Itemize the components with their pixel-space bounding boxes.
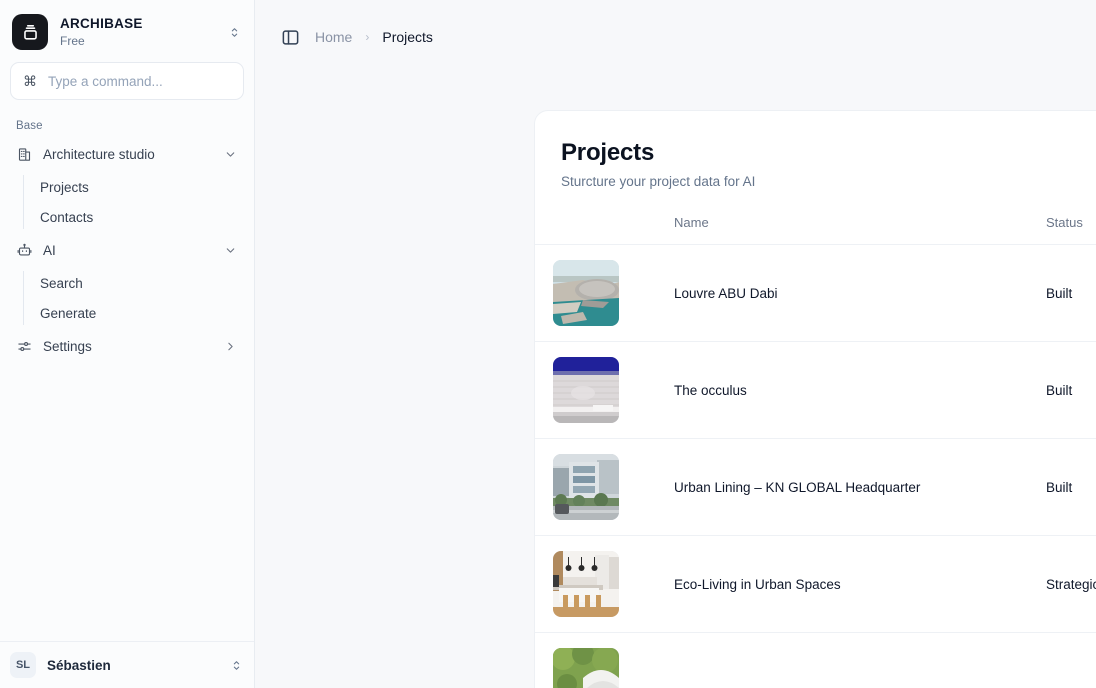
cell-status: Built	[1046, 439, 1096, 536]
breadcrumb-home[interactable]: Home	[315, 29, 352, 45]
table-body: Louvre ABU Dabi Built Cultural	[535, 245, 1096, 688]
command-placeholder: Type a command...	[48, 74, 163, 89]
cell-name: Eco-Living in Urban Spaces	[674, 536, 1046, 633]
green-pavilion-thumbnail	[553, 648, 619, 688]
table-row[interactable]: Urban Lining – KN GLOBAL Headquarter Bui…	[535, 439, 1096, 536]
workspace-plan: Free	[60, 34, 214, 48]
column-header-status: Status	[1046, 215, 1096, 245]
cell-status	[1046, 633, 1096, 688]
table-head: Name Status Type	[535, 215, 1096, 245]
sidebar-item-ai[interactable]: AI	[10, 234, 244, 266]
workspace-switcher[interactable]: ARCHIBASE Free	[0, 0, 254, 60]
archive-box-icon	[12, 14, 48, 50]
main-area: Home › Projects Projects Sturcture your …	[255, 0, 1096, 688]
table-row[interactable]: The occulus Built Industrial	[535, 342, 1096, 439]
sliders-icon	[16, 338, 32, 354]
sidebar-subnav-ai: Search Generate	[10, 268, 244, 328]
command-input[interactable]: ⌘ Type a command...	[10, 62, 244, 100]
cell-status: Strategic Definition	[1046, 536, 1096, 633]
column-header-thumb	[535, 215, 674, 245]
sidebar-item-architecture-studio[interactable]: Architecture studio	[10, 138, 244, 170]
cell-thumbnail	[535, 633, 674, 688]
cell-thumbnail	[535, 342, 674, 439]
the-occulus-thumbnail	[553, 357, 619, 423]
user-menu[interactable]: SL Sébastien	[0, 641, 254, 688]
table-row[interactable]: Eco-Living in Urban Spaces Strategic Def…	[535, 536, 1096, 633]
sidebar-subnav-architecture-studio: Projects Contacts	[10, 172, 244, 232]
table-row[interactable]	[535, 633, 1096, 688]
sidebar-item-label: Architecture studio	[43, 147, 213, 162]
cell-thumbnail	[535, 245, 674, 342]
chevron-up-down-icon[interactable]	[226, 26, 242, 39]
card-header: Projects Sturcture your project data for…	[535, 111, 1096, 189]
chevron-right-icon[interactable]	[224, 340, 238, 353]
robot-icon	[16, 242, 32, 258]
sidebar-item-label: AI	[43, 243, 213, 258]
sidebar-item-contacts[interactable]: Contacts	[32, 202, 244, 232]
cell-name	[674, 633, 1046, 688]
sidebar-section-label: Base	[10, 120, 244, 138]
cell-name: Urban Lining – KN GLOBAL Headquarter	[674, 439, 1046, 536]
sidebar: ARCHIBASE Free ⌘ Type a command... Base	[0, 0, 255, 688]
breadcrumb: Home › Projects	[315, 29, 433, 45]
table-header-row: Name Status Type	[535, 215, 1096, 245]
command-key-icon: ⌘	[23, 74, 37, 88]
cell-name: The occulus	[674, 342, 1046, 439]
workspace-name: ARCHIBASE	[60, 16, 214, 32]
breadcrumb-current: Projects	[382, 29, 433, 45]
sidebar-item-search[interactable]: Search	[32, 268, 244, 298]
sidebar-item-generate[interactable]: Generate	[32, 298, 244, 328]
cell-status: Built	[1046, 245, 1096, 342]
chevron-down-icon[interactable]	[224, 148, 238, 161]
chevron-down-icon[interactable]	[224, 244, 238, 257]
user-name: Sébastien	[47, 658, 217, 673]
app-root: ARCHIBASE Free ⌘ Type a command... Base	[0, 0, 1096, 688]
cell-name: Louvre ABU Dabi	[674, 245, 1046, 342]
sidebar-item-projects[interactable]: Projects	[32, 172, 244, 202]
chevron-up-down-icon[interactable]	[228, 659, 244, 672]
topbar: Home › Projects	[255, 0, 1096, 74]
table-row[interactable]: Louvre ABU Dabi Built Cultural	[535, 245, 1096, 342]
projects-table: Name Status Type	[535, 215, 1096, 688]
workspace-meta: ARCHIBASE Free	[60, 16, 214, 49]
avatar: SL	[10, 652, 36, 678]
chevron-right-icon: ›	[365, 30, 369, 44]
column-header-name: Name	[674, 215, 1046, 245]
cell-thumbnail	[535, 536, 674, 633]
urban-lining-thumbnail	[553, 454, 619, 520]
sidebar-panel-icon[interactable]	[279, 26, 301, 48]
sidebar-nav: Base Architecture studio	[0, 100, 254, 641]
eco-living-thumbnail	[553, 551, 619, 617]
sidebar-item-settings[interactable]: Settings	[10, 330, 244, 362]
building-icon	[16, 146, 32, 162]
command-bar-wrap: ⌘ Type a command...	[0, 60, 254, 100]
cell-thumbnail	[535, 439, 674, 536]
content-card: Projects Sturcture your project data for…	[534, 110, 1096, 688]
page-subtitle: Sturcture your project data for AI	[561, 174, 1096, 189]
cell-status: Built	[1046, 342, 1096, 439]
page-title: Projects	[561, 139, 1096, 167]
sidebar-item-label: Settings	[43, 339, 213, 354]
louvre-abu-dhabi-thumbnail	[553, 260, 619, 326]
